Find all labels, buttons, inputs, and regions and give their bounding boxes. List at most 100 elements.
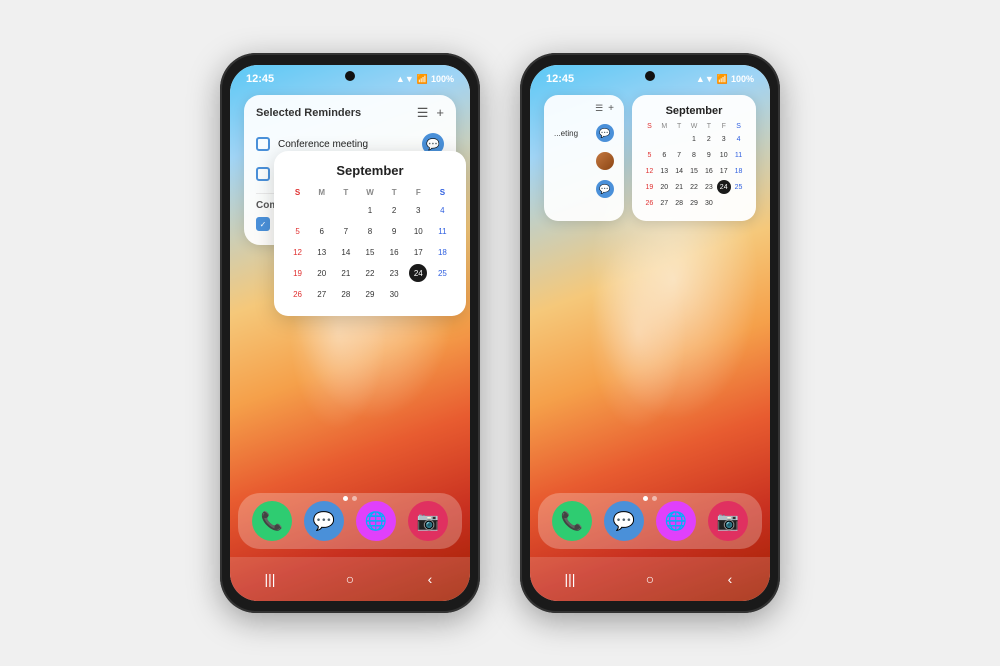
list-icon[interactable]: ☰ bbox=[417, 105, 429, 121]
cd-27[interactable]: 27 bbox=[313, 285, 331, 303]
cd-19[interactable]: 19 bbox=[289, 264, 307, 282]
mcd-5[interactable]: 5 bbox=[642, 148, 656, 162]
mini-reminder-widget[interactable]: ☰ + ...eting 💬 💬 bbox=[544, 95, 624, 221]
cd-4[interactable]: 4 bbox=[433, 201, 451, 219]
checkbox-1[interactable] bbox=[256, 167, 270, 181]
cd-25[interactable]: 25 bbox=[433, 264, 451, 282]
cd-1[interactable]: 1 bbox=[361, 201, 379, 219]
mcd-27[interactable]: 27 bbox=[657, 196, 671, 210]
cd-13[interactable]: 13 bbox=[313, 243, 331, 261]
cd-28[interactable]: 28 bbox=[337, 285, 355, 303]
mcd-7[interactable]: 7 bbox=[672, 148, 686, 162]
dock-phone-right[interactable]: 📞 bbox=[552, 501, 592, 541]
cd-e1 bbox=[289, 201, 307, 219]
wifi-icon: 📶 bbox=[417, 74, 428, 85]
mcd-19[interactable]: 19 bbox=[642, 180, 656, 194]
cd-12[interactable]: 12 bbox=[289, 243, 307, 261]
mcd-29[interactable]: 29 bbox=[687, 196, 701, 210]
cd-3[interactable]: 3 bbox=[409, 201, 427, 219]
mcd-8[interactable]: 8 bbox=[687, 148, 701, 162]
dock-browser-left[interactable]: 🌐 bbox=[356, 501, 396, 541]
mcd-18[interactable]: 18 bbox=[732, 164, 746, 178]
cd-e5 bbox=[433, 285, 451, 303]
cd-5[interactable]: 5 bbox=[289, 222, 307, 240]
cal-header-t1: T bbox=[334, 186, 357, 199]
mcd-3[interactable]: 3 bbox=[717, 132, 731, 146]
cd-24[interactable]: 24 bbox=[409, 264, 427, 282]
nav-back-right[interactable]: ‹ bbox=[716, 565, 744, 593]
mcd-4[interactable]: 4 bbox=[732, 132, 746, 146]
mcd-24[interactable]: 24 bbox=[717, 180, 731, 194]
mini-list-icon[interactable]: ☰ bbox=[595, 103, 603, 114]
add-icon[interactable]: + bbox=[436, 105, 444, 121]
cal-header-f: F bbox=[407, 186, 430, 199]
signal-icon: ▲▼ bbox=[396, 74, 414, 84]
mcd-1[interactable]: 1 bbox=[687, 132, 701, 146]
mcd-14[interactable]: 14 bbox=[672, 164, 686, 178]
cd-15[interactable]: 15 bbox=[361, 243, 379, 261]
mini-reminder-2: 💬 bbox=[554, 175, 614, 203]
mini-reminder-1 bbox=[554, 147, 614, 175]
mcd-2[interactable]: 2 bbox=[702, 132, 716, 146]
mch-m: M bbox=[657, 122, 672, 131]
dock-messages-left[interactable]: 💬 bbox=[304, 501, 344, 541]
mcd-13[interactable]: 13 bbox=[657, 164, 671, 178]
nav-recents-right[interactable]: ||| bbox=[556, 565, 584, 593]
nav-home-right[interactable]: ○ bbox=[636, 565, 664, 593]
status-icons-right: ▲▼ 📶 100% bbox=[696, 74, 754, 85]
cd-20[interactable]: 20 bbox=[313, 264, 331, 282]
dock-camera-left[interactable]: 📷 bbox=[408, 501, 448, 541]
mcd-12[interactable]: 12 bbox=[642, 164, 656, 178]
mcd-9[interactable]: 9 bbox=[702, 148, 716, 162]
mini-calendar-widget[interactable]: September S M T W T F S 1 2 3 4 5 bbox=[632, 95, 756, 221]
mcd-23[interactable]: 23 bbox=[702, 180, 716, 194]
mch-t1: T bbox=[672, 122, 687, 131]
mcd-11[interactable]: 11 bbox=[732, 148, 746, 162]
mcd-20[interactable]: 20 bbox=[657, 180, 671, 194]
mcd-30[interactable]: 30 bbox=[702, 196, 716, 210]
cd-26[interactable]: 26 bbox=[289, 285, 307, 303]
cd-6[interactable]: 6 bbox=[313, 222, 331, 240]
mcd-e3 bbox=[672, 132, 686, 146]
mcd-26[interactable]: 26 bbox=[642, 196, 656, 210]
nav-back-left[interactable]: ‹ bbox=[416, 565, 444, 593]
cd-2[interactable]: 2 bbox=[385, 201, 403, 219]
mcd-16[interactable]: 16 bbox=[702, 164, 716, 178]
calendar-popup[interactable]: September S M T W T F S 1 2 3 4 5 bbox=[274, 151, 466, 316]
mcd-25[interactable]: 25 bbox=[732, 180, 746, 194]
cd-21[interactable]: 21 bbox=[337, 264, 355, 282]
dock-camera-right[interactable]: 📷 bbox=[708, 501, 748, 541]
checkbox-0[interactable] bbox=[256, 137, 270, 151]
cd-17[interactable]: 17 bbox=[409, 243, 427, 261]
mcd-17[interactable]: 17 bbox=[717, 164, 731, 178]
cd-10[interactable]: 10 bbox=[409, 222, 427, 240]
cd-11[interactable]: 11 bbox=[433, 222, 451, 240]
mcd-22[interactable]: 22 bbox=[687, 180, 701, 194]
mcd-10[interactable]: 10 bbox=[717, 148, 731, 162]
cd-16[interactable]: 16 bbox=[385, 243, 403, 261]
cd-8[interactable]: 8 bbox=[361, 222, 379, 240]
calendar-month: September bbox=[286, 163, 454, 178]
dock-phone-left[interactable]: 📞 bbox=[252, 501, 292, 541]
mcd-21[interactable]: 21 bbox=[672, 180, 686, 194]
cd-23[interactable]: 23 bbox=[385, 264, 403, 282]
dock-messages-right[interactable]: 💬 bbox=[604, 501, 644, 541]
cd-18[interactable]: 18 bbox=[433, 243, 451, 261]
nav-recents-left[interactable]: ||| bbox=[256, 565, 284, 593]
mini-add-icon[interactable]: + bbox=[608, 103, 614, 114]
checkbox-2[interactable]: ✓ bbox=[256, 217, 270, 231]
mcd-15[interactable]: 15 bbox=[687, 164, 701, 178]
cal-header-t2: T bbox=[383, 186, 406, 199]
cd-7[interactable]: 7 bbox=[337, 222, 355, 240]
mcd-6[interactable]: 6 bbox=[657, 148, 671, 162]
dock-browser-right[interactable]: 🌐 bbox=[656, 501, 696, 541]
cd-29[interactable]: 29 bbox=[361, 285, 379, 303]
cd-30[interactable]: 30 bbox=[385, 285, 403, 303]
cd-9[interactable]: 9 bbox=[385, 222, 403, 240]
cd-22[interactable]: 22 bbox=[361, 264, 379, 282]
mcd-e4 bbox=[717, 196, 731, 210]
cd-14[interactable]: 14 bbox=[337, 243, 355, 261]
nav-home-left[interactable]: ○ bbox=[336, 565, 364, 593]
mcd-28[interactable]: 28 bbox=[672, 196, 686, 210]
mini-reminder-0: ...eting 💬 bbox=[554, 119, 614, 147]
